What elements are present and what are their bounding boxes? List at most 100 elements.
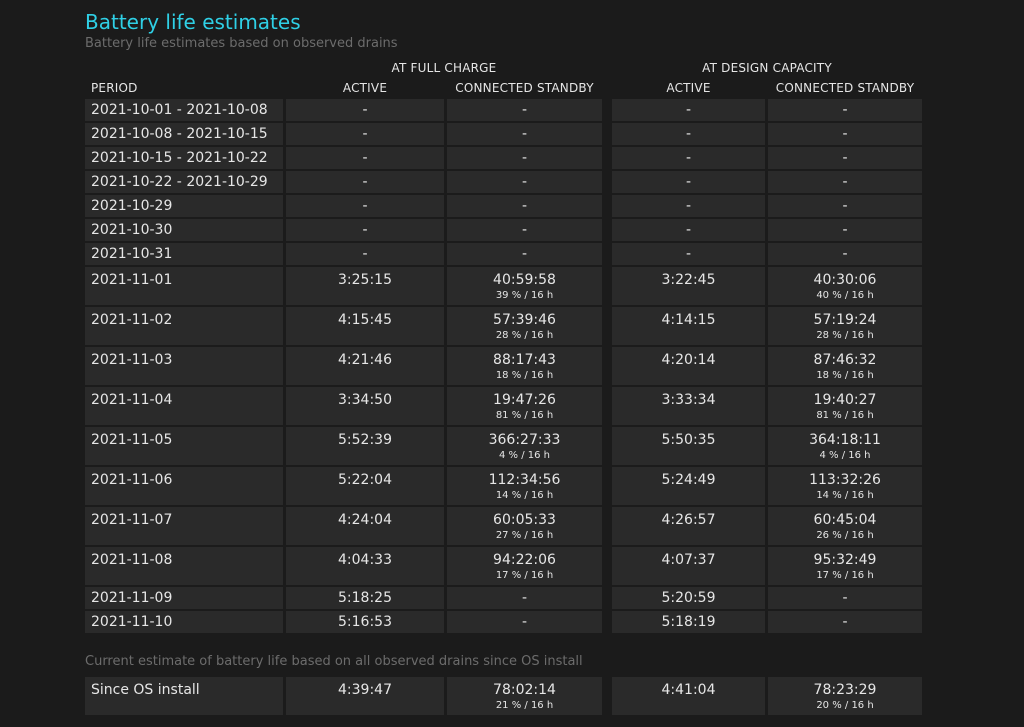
period-cell: 2021-10-30: [85, 219, 283, 241]
fc-active-cell: -: [286, 171, 444, 193]
fc-active-cell: -: [286, 243, 444, 265]
table-row: 2021-10-01 - 2021-10-08- - - -: [85, 99, 922, 121]
fc-connected-standby-cell: -: [447, 587, 602, 609]
table-row: 2021-10-15 - 2021-10-22- - - -: [85, 147, 922, 169]
dc-connected-standby-cell: -: [768, 123, 922, 145]
fc-connected-standby-cell: 19:47:26 81 % / 16 h: [447, 387, 602, 425]
period-cell: 2021-11-09: [85, 587, 283, 609]
period-cell: 2021-10-08 - 2021-10-15: [85, 123, 283, 145]
dc-active-cell: 5:18:19: [612, 611, 765, 633]
battery-life-section: Battery life estimates Battery life esti…: [85, 9, 925, 717]
fc-connected-standby-cell: 60:05:33 27 % / 16 h: [447, 507, 602, 545]
page-subtitle: Battery life estimates based on observed…: [85, 36, 398, 51]
dc-active-cell: -: [612, 171, 765, 193]
table-row: 2021-11-05 5:52:39 366:27:33 4 % / 16 h 5:50…: [85, 427, 922, 465]
dc-active-cell: -: [612, 99, 765, 121]
fc-active-cell: 5:18:25: [286, 587, 444, 609]
table-row: 2021-11-09 5:18:25-5:20:59-: [85, 587, 922, 609]
current-estimate-label: Current estimate of battery life based o…: [85, 654, 583, 669]
fc-connected-standby-cell: -: [447, 611, 602, 633]
dc-active-cell: -: [612, 195, 765, 217]
dc-connected-standby-cell: 364:18:11 4 % / 16 h: [768, 427, 922, 465]
dc-connected-standby-cell: 95:32:49 17 % / 16 h: [768, 547, 922, 585]
fc-connected-standby-cell: 112:34:56 14 % / 16 h: [447, 467, 602, 505]
table-row: 2021-11-07 4:24:04 60:05:33 27 % / 16 h 4:26…: [85, 507, 922, 545]
fc-active-cell: 4:24:04: [286, 507, 444, 545]
dc-connected-standby-cell: -: [768, 99, 922, 121]
dc-active-cell: -: [612, 147, 765, 169]
dc-active-cell: 3:33:34: [612, 387, 765, 425]
dc-connected-standby-cell: -: [768, 219, 922, 241]
period-cell: 2021-10-15 - 2021-10-22: [85, 147, 283, 169]
dc-active-cell: -: [612, 243, 765, 265]
dc-connected-standby-cell: 87:46:32 18 % / 16 h: [768, 347, 922, 385]
fc-connected-standby-cell: 88:17:43 18 % / 16 h: [447, 347, 602, 385]
fc-connected-standby-cell: 78:02:14 21 % / 16 h: [447, 677, 602, 715]
dc-active-cell: 3:22:45: [612, 267, 765, 305]
period-cell: 2021-11-06: [85, 467, 283, 505]
dc-connected-standby-cell: -: [768, 171, 922, 193]
table-row: 2021-10-22 - 2021-10-29- - - -: [85, 171, 922, 193]
dc-connected-standby-cell: 19:40:27 81 % / 16 h: [768, 387, 922, 425]
table-body: 2021-10-01 - 2021-10-08- - - -2021-10-08 - …: [85, 99, 922, 633]
dc-active-cell: 4:41:04: [612, 677, 765, 715]
table-row: 2021-11-08 4:04:33 94:22:06 17 % / 16 h 4:07…: [85, 547, 922, 585]
table-row: 2021-10-30- - - -: [85, 219, 922, 241]
header-full-charge: AT FULL CHARGE: [391, 61, 497, 75]
header-period: PERIOD: [91, 81, 138, 95]
fc-active-cell: 5:52:39: [286, 427, 444, 465]
header-fc-connected-standby: CONNECTED STANDBY: [455, 81, 594, 95]
fc-connected-standby-cell: -: [447, 195, 602, 217]
period-cell: 2021-11-01: [85, 267, 283, 305]
fc-active-cell: 3:25:15: [286, 267, 444, 305]
table-row: 2021-11-06 5:22:04 112:34:56 14 % / 16 h 5:2…: [85, 467, 922, 505]
period-cell: 2021-10-31: [85, 243, 283, 265]
period-cell: 2021-11-04: [85, 387, 283, 425]
fc-active-cell: 4:04:33: [286, 547, 444, 585]
fc-connected-standby-cell: -: [447, 123, 602, 145]
fc-connected-standby-cell: -: [447, 99, 602, 121]
table-row: 2021-10-31- - - -: [85, 243, 922, 265]
header-dc-connected-standby: CONNECTED STANDBY: [775, 81, 915, 95]
dc-connected-standby-cell: -: [768, 147, 922, 169]
period-cell: 2021-11-10: [85, 611, 283, 633]
fc-active-cell: 4:15:45: [286, 307, 444, 345]
dc-active-cell: 5:24:49: [612, 467, 765, 505]
header-design-capacity: AT DESIGN CAPACITY: [702, 61, 832, 75]
period-cell: Since OS install: [85, 677, 283, 715]
dc-connected-standby-cell: -: [768, 587, 922, 609]
table-row: 2021-11-10 5:16:53-5:18:19-: [85, 611, 922, 633]
period-cell: 2021-10-29: [85, 195, 283, 217]
dc-active-cell: 4:07:37: [612, 547, 765, 585]
dc-connected-standby-cell: -: [768, 611, 922, 633]
period-cell: 2021-10-22 - 2021-10-29: [85, 171, 283, 193]
dc-active-cell: 4:14:15: [612, 307, 765, 345]
fc-active-cell: -: [286, 147, 444, 169]
fc-active-cell: 3:34:50: [286, 387, 444, 425]
fc-active-cell: -: [286, 99, 444, 121]
dc-active-cell: 4:20:14: [612, 347, 765, 385]
table-row: 2021-10-08 - 2021-10-15- - - -: [85, 123, 922, 145]
table-row: 2021-11-03 4:21:46 88:17:43 18 % / 16 h 4:20…: [85, 347, 922, 385]
dc-connected-standby-cell: 57:19:24 28 % / 16 h: [768, 307, 922, 345]
fc-active-cell: 4:39:47: [286, 677, 444, 715]
fc-connected-standby-cell: 40:59:58 39 % / 16 h: [447, 267, 602, 305]
period-cell: 2021-11-03: [85, 347, 283, 385]
header-dc-active: ACTIVE: [666, 81, 711, 95]
period-cell: 2021-11-07: [85, 507, 283, 545]
table-row: 2021-10-29- - - -: [85, 195, 922, 217]
fc-connected-standby-cell: 94:22:06 17 % / 16 h: [447, 547, 602, 585]
table-row: 2021-11-01 3:25:15 40:59:58 39 % / 16 h 3:22…: [85, 267, 922, 305]
fc-active-cell: -: [286, 219, 444, 241]
dc-active-cell: 4:26:57: [612, 507, 765, 545]
dc-active-cell: -: [612, 219, 765, 241]
table-row: 2021-11-02 4:15:45 57:39:46 28 % / 16 h 4:14…: [85, 307, 922, 345]
table-row: 2021-11-04 3:34:50 19:47:26 81 % / 16 h 3:33…: [85, 387, 922, 425]
fc-active-cell: -: [286, 195, 444, 217]
fc-connected-standby-cell: -: [447, 171, 602, 193]
period-cell: 2021-11-02: [85, 307, 283, 345]
fc-active-cell: 5:16:53: [286, 611, 444, 633]
dc-active-cell: 5:50:35: [612, 427, 765, 465]
dc-connected-standby-cell: 40:30:06 40 % / 16 h: [768, 267, 922, 305]
dc-connected-standby-cell: 60:45:04 26 % / 16 h: [768, 507, 922, 545]
